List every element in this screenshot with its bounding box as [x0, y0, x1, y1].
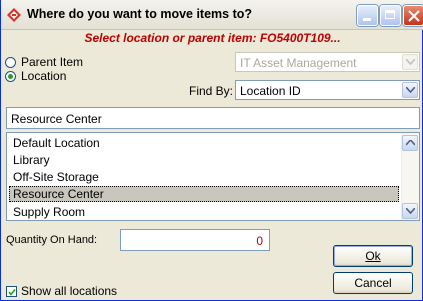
list-item[interactable]: Off-Site Storage: [9, 169, 399, 185]
location-search-input[interactable]: Resource Center: [6, 107, 420, 129]
check-icon: [8, 288, 16, 296]
combo-value: IT Asset Management: [240, 56, 357, 70]
cancel-button-label: Cancel: [354, 276, 392, 290]
checkbox[interactable]: [6, 285, 17, 297]
radio-parent-item[interactable]: Parent Item: [5, 55, 83, 69]
list-item[interactable]: Library: [9, 152, 399, 168]
ok-button-label: Ok: [365, 249, 381, 263]
app-icon: [7, 8, 21, 22]
radio-button[interactable]: [5, 56, 16, 68]
find-by-combo[interactable]: Location ID: [235, 80, 420, 100]
scroll-down-icon[interactable]: [402, 203, 418, 219]
radio-label: Location: [21, 69, 67, 83]
list-item-selected[interactable]: Resource Center: [9, 186, 399, 202]
minimize-icon[interactable]: [357, 5, 378, 26]
ok-button[interactable]: Ok: [333, 245, 413, 267]
list-item[interactable]: Default Location: [9, 135, 399, 151]
radio-location[interactable]: Location: [5, 69, 66, 83]
close-icon[interactable]: [403, 5, 423, 26]
quantity-value: 0: [256, 234, 263, 248]
radio-label: Parent Item: [21, 55, 84, 69]
quantity-input[interactable]: 0: [120, 229, 270, 251]
find-by-label: Find By:: [189, 84, 234, 98]
checkbox-label: Show all locations: [21, 284, 118, 298]
location-listbox[interactable]: Default Location Library Off-Site Storag…: [6, 132, 420, 221]
radio-button[interactable]: [5, 70, 16, 82]
combo-value: Location ID: [240, 84, 301, 98]
maximize-icon[interactable]: [380, 5, 401, 26]
chevron-down-icon[interactable]: [402, 82, 418, 98]
instruction-subtitle: Select location or parent item: FO5400T1…: [84, 31, 341, 45]
move-items-dialog: Where do you want to move items to? Sele…: [0, 0, 423, 301]
quantity-label: Quantity On Hand:: [6, 234, 98, 246]
title-bar: Where do you want to move items to?: [1, 0, 423, 30]
window-title: Where do you want to move items to?: [27, 7, 253, 21]
show-all-locations-checkbox[interactable]: Show all locations: [6, 284, 117, 298]
vertical-scrollbar[interactable]: [401, 133, 419, 220]
parent-item-combo[interactable]: IT Asset Management: [235, 52, 420, 72]
search-value: Resource Center: [11, 112, 102, 126]
chevron-down-icon[interactable]: [402, 54, 418, 70]
list-item[interactable]: Supply Room: [9, 204, 399, 220]
scroll-up-icon[interactable]: [402, 135, 418, 151]
cancel-button[interactable]: Cancel: [333, 272, 413, 294]
